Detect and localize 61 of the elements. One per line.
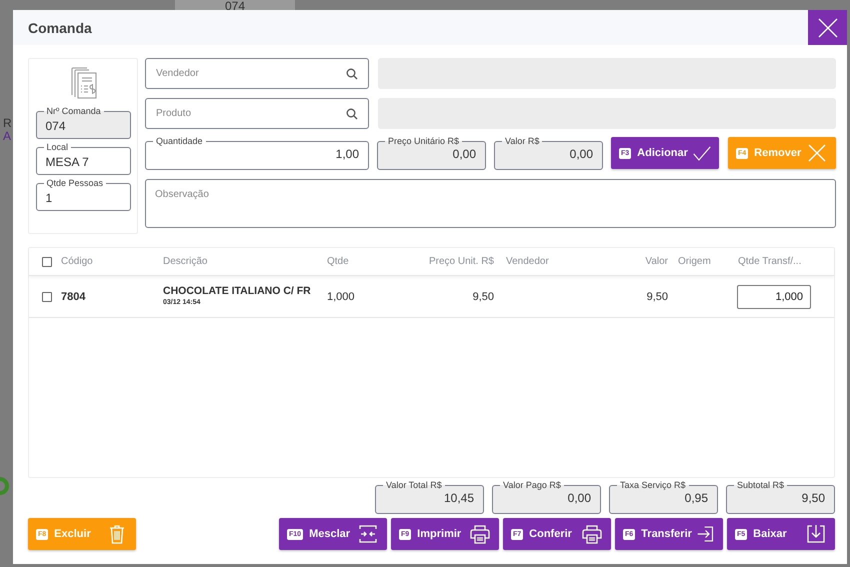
column-header: Vendedor <box>505 256 550 267</box>
input-field[interactable]: Taxa Serviço R$ 0,95 <box>609 481 718 514</box>
background-text: A <box>3 130 12 143</box>
download-icon <box>805 523 827 545</box>
table-cell-text: 9,50 <box>646 290 668 302</box>
input-field[interactable]: Local MESA 7 <box>36 143 130 175</box>
field-label: Quantidade <box>155 137 204 146</box>
field-label: Valor R$ <box>504 137 540 146</box>
checkbox[interactable] <box>42 292 52 302</box>
input-field[interactable]: Quantidade 1,00 <box>145 137 369 170</box>
field-label: Valor Total R$ <box>385 481 443 490</box>
field-value: 0,00 <box>568 146 593 162</box>
input-field[interactable]: Valor Total R$ 10,45 <box>375 481 484 514</box>
table-cell-text: 7804 <box>61 290 86 302</box>
input-field[interactable]: Qtde Pessoas 1 <box>36 179 130 211</box>
close-icon <box>818 18 838 38</box>
table-cell-text: 9,50 <box>472 290 494 302</box>
close-button[interactable] <box>808 10 847 45</box>
checkbox[interactable] <box>42 256 52 266</box>
field-label: Taxa Serviço R$ <box>619 481 687 490</box>
background-text: R <box>3 117 12 130</box>
field-label: Preço Unitário R$ <box>387 137 460 146</box>
printer-icon <box>581 523 603 545</box>
column-header: Qtde Transf/... <box>738 256 802 267</box>
dialog-title: Comanda <box>28 20 92 36</box>
column-header: Código <box>61 256 94 267</box>
background-text: 074 <box>175 0 295 10</box>
column-header: Preço Unit. R$ <box>428 256 494 267</box>
input-field[interactable]: Valor Pago R$ 0,00 <box>492 481 601 514</box>
field-value: 1,00 <box>334 146 359 162</box>
search-icon <box>346 108 358 120</box>
field-value: 9,50 <box>800 490 825 506</box>
search-field[interactable]: Produto <box>145 98 369 129</box>
field-value: 0,95 <box>684 490 708 506</box>
field-value: MESA 7 <box>46 154 90 170</box>
input-field[interactable]: Subtotal R$ 9,50 <box>726 481 835 514</box>
field-value: 10,45 <box>442 490 474 506</box>
field-value: 0,00 <box>452 146 476 162</box>
field-value: 1 <box>46 190 54 206</box>
column-header: Origem <box>677 256 712 267</box>
field-label: Subtotal R$ <box>736 481 786 490</box>
field-label: Local <box>46 143 70 152</box>
quantity-input[interactable]: 1,000 <box>737 284 811 308</box>
column-header: Descrição <box>163 256 208 267</box>
search-icon <box>346 68 358 80</box>
column-header: Qtde <box>327 256 350 267</box>
table-cell-text: CHOCOLATE ITALIANO C/ FR <box>163 286 312 296</box>
close-icon <box>806 142 828 164</box>
search-field[interactable]: Vendedor <box>145 58 369 89</box>
field-label: Qtde Pessoas <box>46 179 104 188</box>
field-label: Nrº Comanda <box>46 107 102 116</box>
printer-icon <box>469 523 491 545</box>
field-value: 0,00 <box>566 490 591 506</box>
field-label: Valor Pago R$ <box>502 481 562 490</box>
observation-field[interactable]: Observação <box>145 179 836 228</box>
field-value: 074 <box>46 118 67 134</box>
merge-arrows-icon <box>357 523 379 545</box>
column-header: Valor <box>644 256 668 267</box>
placeholder-text: Vendedor <box>156 68 199 79</box>
table-cell-text: 1,000 <box>327 290 356 302</box>
placeholder-text: Produto <box>156 108 192 119</box>
